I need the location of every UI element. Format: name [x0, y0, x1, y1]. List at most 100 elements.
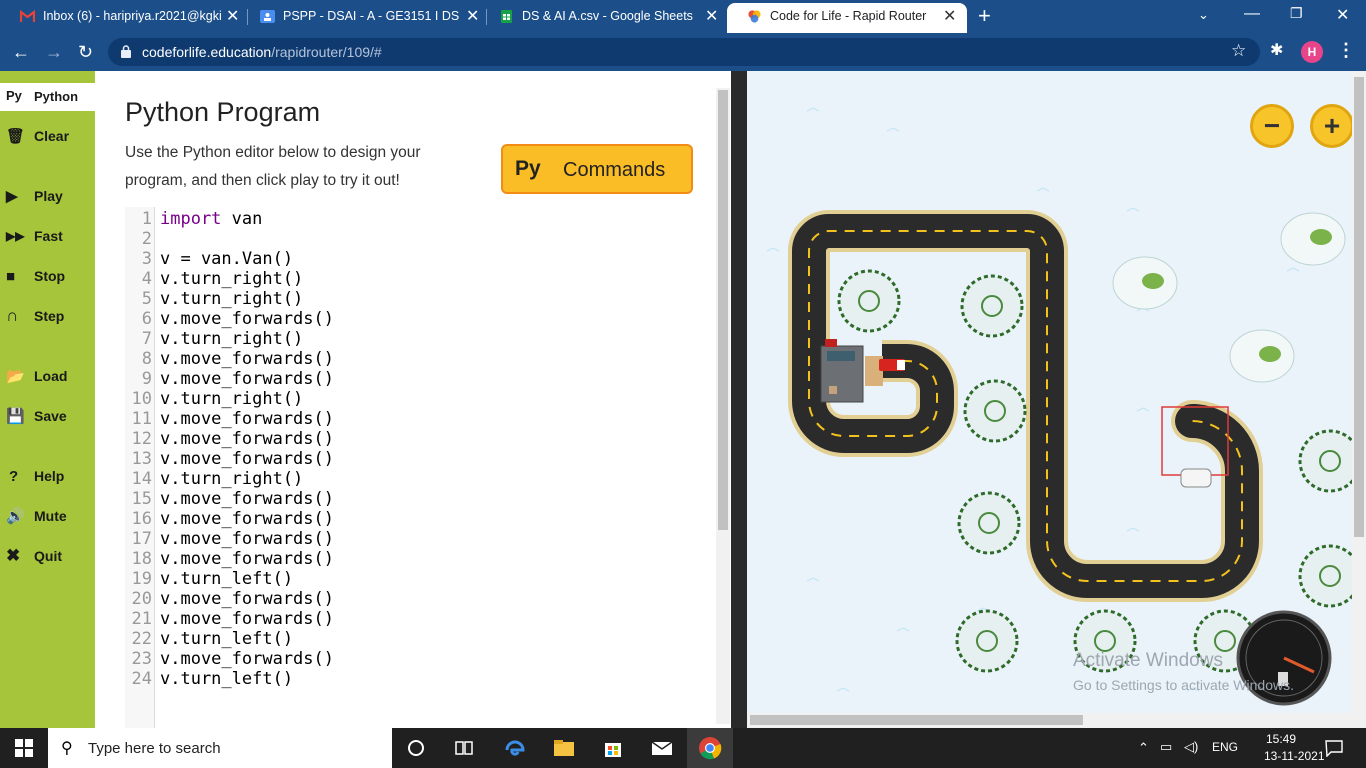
- reload-icon[interactable]: ↻: [78, 42, 93, 63]
- code-line: v.turn_left(): [160, 629, 294, 649]
- scrollbar-thumb[interactable]: [1354, 77, 1364, 537]
- code-editor[interactable]: 1 2 3 4 5 6 7 8 9 10 11 12 13 14 15 16 17 18 19 20 21 22 23 24 …: [125, 207, 725, 728]
- tab-label: Code for Life - Rapid Router: [770, 9, 927, 23]
- clock-date[interactable]: 13-11-2021: [1264, 749, 1325, 763]
- network-icon[interactable]: ▭: [1160, 739, 1172, 755]
- url-bar[interactable]: codeforlife.education/rapidrouter/109/# …: [108, 38, 1260, 66]
- code-line: v.move_forwards(): [160, 449, 334, 469]
- sheets-icon: [501, 10, 512, 23]
- line-number: 16: [131, 509, 152, 529]
- close-tab-icon[interactable]: ✕: [705, 6, 718, 26]
- windows-start-icon[interactable]: [15, 739, 33, 757]
- stop-button[interactable]: ■ Stop: [0, 263, 95, 289]
- back-icon[interactable]: ←: [12, 42, 30, 63]
- zoom-in-button[interactable]: +: [1310, 104, 1352, 148]
- tab-search-icon[interactable]: ⌄: [1198, 7, 1209, 23]
- scrollbar-thumb[interactable]: [718, 90, 728, 530]
- close-tab-icon[interactable]: ✕: [943, 6, 956, 26]
- menu-kebab-icon[interactable]: ⋮: [1337, 40, 1355, 61]
- help-button[interactable]: ? Help: [0, 463, 95, 489]
- code-line: v.turn_right(): [160, 389, 304, 409]
- url-domain: codeforlife.education: [142, 44, 272, 60]
- help-icon: ?: [9, 467, 19, 485]
- program-pane: Python Program Use the Python editor bel…: [95, 71, 731, 728]
- extensions-icon[interactable]: ✱: [1270, 40, 1283, 60]
- load-button[interactable]: 📂 Load: [0, 363, 95, 389]
- mute-button[interactable]: 🔊 Mute: [0, 503, 95, 529]
- line-number: 6: [141, 309, 152, 329]
- play-button[interactable]: ▶ Play: [0, 183, 95, 209]
- play-label: Play: [34, 188, 63, 204]
- zoom-out-button[interactable]: −: [1250, 104, 1294, 148]
- fast-button[interactable]: ▶▶ Fast: [0, 223, 95, 249]
- chrome-icon: [699, 737, 722, 760]
- destination-house: [820, 339, 883, 403]
- chevron-up-icon[interactable]: ⌃: [1138, 740, 1149, 756]
- game-horizontal-scrollbar[interactable]: [747, 713, 1352, 728]
- code-line: v.move_forwards(): [160, 309, 334, 329]
- tab-sheets[interactable]: DS & AI A.csv - Google Sheets ✕: [479, 0, 727, 33]
- commands-label: Commands: [563, 159, 666, 181]
- close-tab-icon[interactable]: ✕: [226, 6, 239, 26]
- folder-icon: 📂: [6, 368, 25, 385]
- tab-label: DS & AI A.csv - Google Sheets: [522, 9, 693, 23]
- line-number: 5: [141, 289, 152, 309]
- fast-forward-icon: ▶▶: [6, 229, 25, 243]
- activate-windows-title: Activate Windows: [1073, 650, 1223, 671]
- pane-divider[interactable]: [731, 71, 747, 728]
- cortana-icon[interactable]: [404, 736, 428, 760]
- bookmark-star-icon[interactable]: ☆: [1231, 41, 1246, 61]
- line-number: 3: [141, 249, 152, 269]
- restore-icon[interactable]: ❐: [1290, 5, 1303, 22]
- commands-button[interactable]: Py Commands: [501, 144, 693, 194]
- code-line: v.move_forwards(): [160, 509, 334, 529]
- save-button[interactable]: 💾 Save: [0, 403, 95, 429]
- store-icon[interactable]: [601, 736, 625, 760]
- mail-icon[interactable]: [650, 736, 674, 760]
- code-line: v.turn_right(): [160, 269, 304, 289]
- window-close-icon[interactable]: ✕: [1336, 5, 1349, 25]
- windows-taskbar: ⚲ Type here to search ⌃ ▭ ◁) ENG 15:49 1…: [0, 728, 1366, 768]
- code-line: v.move_forwards(): [160, 429, 334, 449]
- code-line: v.move_forwards(): [160, 549, 334, 569]
- help-label: Help: [34, 468, 65, 484]
- taskbar-search[interactable]: ⚲ Type here to search: [48, 728, 392, 768]
- fast-label: Fast: [34, 228, 63, 244]
- new-tab-icon[interactable]: +: [978, 3, 991, 29]
- notification-icon[interactable]: [1325, 739, 1343, 757]
- quit-button[interactable]: ✖ Quit: [0, 543, 95, 569]
- line-number: 7: [141, 329, 152, 349]
- editor-scrollbar[interactable]: [716, 88, 730, 724]
- python-icon: Py: [6, 88, 22, 103]
- close-tab-icon[interactable]: ✕: [466, 6, 479, 26]
- volume-icon[interactable]: ◁): [1184, 739, 1198, 755]
- edge-icon[interactable]: [503, 736, 527, 760]
- clock-time[interactable]: 15:49: [1266, 732, 1296, 746]
- tab-python[interactable]: Py Python: [0, 83, 95, 111]
- game-map[interactable]: − + Activate Windows Go to Settings to a…: [747, 71, 1352, 713]
- save-label: Save: [34, 408, 67, 424]
- language-indicator[interactable]: ENG: [1212, 740, 1238, 754]
- file-explorer-icon[interactable]: [552, 736, 576, 760]
- search-placeholder: Type here to search: [88, 740, 221, 757]
- task-view-icon[interactable]: [452, 736, 476, 760]
- van: [879, 359, 905, 371]
- page-scrollbar[interactable]: [1352, 71, 1366, 728]
- tab-classroom[interactable]: PSPP - DSAI - A - GE3151 I DS&A ✕: [240, 0, 488, 33]
- step-icon: ∩: [6, 306, 19, 325]
- line-number: 21: [131, 609, 152, 629]
- trash-icon: 🗑: [6, 128, 26, 145]
- code-line: v.turn_right(): [160, 469, 304, 489]
- step-button[interactable]: ∩ Step: [0, 303, 95, 329]
- tab-gmail[interactable]: Inbox (6) - haripriya.r2021@kgkit ✕: [0, 0, 248, 33]
- code-line: v.turn_right(): [160, 289, 304, 309]
- profile-avatar[interactable]: H: [1301, 41, 1323, 63]
- scrollbar-thumb[interactable]: [750, 715, 1083, 725]
- chrome-taskbar-button[interactable]: [687, 728, 733, 768]
- forward-icon[interactable]: →: [45, 42, 63, 63]
- code-line: v = van.Van(): [160, 249, 294, 269]
- tab-rapid-router[interactable]: Code for Life - Rapid Router ✕: [727, 3, 967, 33]
- minimize-icon[interactable]: —: [1244, 5, 1260, 23]
- clear-button[interactable]: 🗑 Clear: [0, 123, 95, 149]
- search-icon: ⚲: [61, 740, 73, 757]
